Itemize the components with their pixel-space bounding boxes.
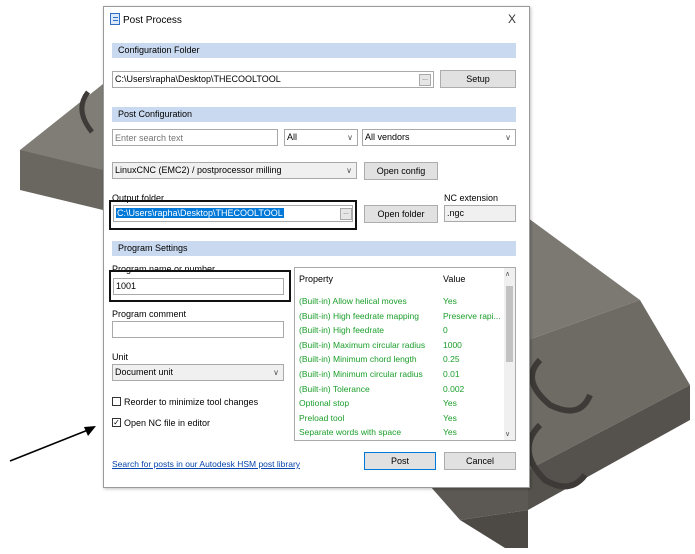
- unit-select-value: Document unit: [115, 367, 174, 377]
- property-name: Separate words with space: [299, 427, 402, 438]
- post-process-icon: [110, 13, 120, 25]
- property-row[interactable]: (Built-in) High feedrate 0: [295, 325, 505, 336]
- nc-extension-field[interactable]: .ngc: [444, 205, 516, 222]
- property-row[interactable]: Preload tool Yes: [295, 413, 505, 424]
- chevron-down-icon: ∨: [273, 368, 279, 377]
- property-value: 0: [443, 325, 448, 336]
- config-folder-path-text: C:\Users\rapha\Desktop\THECOOLTOOL: [115, 74, 281, 84]
- chevron-down-icon: ∨: [347, 133, 353, 142]
- open-nc-label: Open NC file in editor: [124, 418, 211, 428]
- open-config-button[interactable]: Open config: [364, 162, 438, 180]
- post-button[interactable]: Post: [364, 452, 436, 470]
- property-name: Preload tool: [299, 412, 345, 423]
- property-name: (Built-in) High feedrate: [299, 325, 385, 336]
- filter-select[interactable]: All ∨: [284, 129, 358, 146]
- program-settings-header: Program Settings: [112, 241, 516, 256]
- unit-label: Unit: [112, 352, 129, 362]
- post-config-header: Post Configuration: [112, 107, 516, 122]
- property-name: (Built-in) Tolerance: [299, 383, 370, 394]
- property-value: 0.002: [443, 383, 465, 394]
- output-folder-value: C:\Users\rapha\Desktop\THECOOLTOOL: [116, 208, 284, 218]
- property-row[interactable]: Separate words with space Yes: [295, 427, 505, 438]
- property-value: Yes: [443, 296, 457, 306]
- program-name-input[interactable]: 1001: [113, 278, 284, 295]
- property-value: Yes: [443, 427, 457, 438]
- unit-select[interactable]: Document unit ∨: [112, 364, 284, 381]
- property-value: 0.25: [443, 354, 460, 365]
- post-process-dialog: Post Process X Configuration Folder C:\U…: [103, 6, 530, 488]
- program-comment-input[interactable]: [112, 321, 284, 338]
- config-folder-browse-button[interactable]: ...: [419, 74, 431, 86]
- chevron-down-icon[interactable]: ∨: [505, 430, 510, 438]
- property-grid-scrollbar[interactable]: ∧ ∨: [504, 268, 515, 440]
- output-folder-input[interactable]: C:\Users\rapha\Desktop\THECOOLTOOL: [113, 205, 353, 222]
- config-folder-header: Configuration Folder: [112, 43, 516, 58]
- property-name: Optional stop: [299, 398, 350, 409]
- cancel-button[interactable]: Cancel: [444, 452, 516, 470]
- post-select[interactable]: LinuxCNC (EMC2) / postprocessor milling …: [112, 162, 357, 179]
- dialog-title: Post Process: [123, 15, 182, 26]
- vendor-select-value: All vendors: [365, 132, 410, 142]
- annotation-arrow-line: [9, 427, 94, 462]
- property-row[interactable]: (Built-in) High feedrate mapping Preserve…: [295, 311, 505, 322]
- search-posts-link[interactable]: Search for posts in our Autodesk HSM pos…: [112, 459, 300, 469]
- search-input[interactable]: [112, 129, 278, 146]
- output-folder-browse-button[interactable]: ...: [340, 208, 352, 220]
- property-row[interactable]: (Built-in) Minimum circular radius 0.01: [295, 369, 505, 380]
- nc-extension-label: NC extension: [444, 193, 499, 203]
- config-folder-path[interactable]: C:\Users\rapha\Desktop\THECOOLTOOL: [112, 71, 434, 88]
- scrollbar-thumb[interactable]: [506, 286, 513, 362]
- reorder-label: Reorder to minimize tool changes: [124, 397, 259, 407]
- property-value: 1000: [443, 339, 462, 350]
- property-row[interactable]: (Built-in) Tolerance 0.002: [295, 384, 505, 395]
- property-row[interactable]: Optional stop Yes: [295, 398, 505, 409]
- close-icon[interactable]: X: [508, 12, 516, 26]
- property-row[interactable]: (Built-in) Maximum circular radius 1000: [295, 340, 505, 351]
- setup-button[interactable]: Setup: [440, 70, 516, 88]
- property-name: (Built-in) High feedrate mapping: [299, 310, 420, 321]
- nc-extension-value: .ngc: [447, 208, 465, 218]
- reorder-checkbox[interactable]: [112, 397, 121, 406]
- property-value: 0.01: [443, 369, 460, 379]
- value-column-header: Value: [443, 274, 466, 284]
- property-name: (Built-in) Allow helical moves: [299, 296, 407, 306]
- filter-select-value: All: [287, 132, 298, 142]
- property-row[interactable]: (Built-in) Minimum chord length 0.25: [295, 354, 505, 365]
- property-column-header: Property: [299, 274, 334, 284]
- chevron-up-icon[interactable]: ∧: [505, 270, 510, 278]
- property-name: (Built-in) Maximum circular radius: [299, 339, 426, 350]
- chevron-down-icon: ∨: [346, 166, 352, 175]
- property-grid[interactable]: Property Value (Built-in) Allow helical …: [294, 267, 516, 441]
- property-name: (Built-in) Minimum chord length: [299, 354, 417, 365]
- open-folder-button[interactable]: Open folder: [364, 205, 438, 223]
- checkmark-icon: ✓: [113, 418, 120, 427]
- annotation-arrow-head: [84, 426, 96, 436]
- post-select-value: LinuxCNC (EMC2) / postprocessor milling: [115, 165, 282, 175]
- property-value: Yes: [443, 398, 457, 409]
- property-row[interactable]: (Built-in) Allow helical moves Yes: [295, 296, 505, 307]
- open-nc-checkbox[interactable]: ✓: [112, 418, 121, 427]
- program-comment-label: Program comment: [112, 309, 187, 319]
- property-value: Preserve rapi...: [443, 310, 501, 321]
- chevron-down-icon: ∨: [505, 133, 511, 142]
- property-value: Yes: [443, 412, 457, 423]
- property-name: (Built-in) Minimum circular radius: [299, 369, 423, 379]
- program-name-value: 1001: [116, 281, 137, 291]
- vendor-select[interactable]: All vendors ∨: [362, 129, 516, 146]
